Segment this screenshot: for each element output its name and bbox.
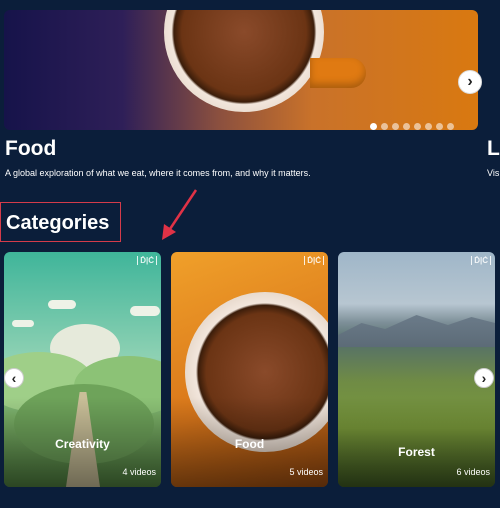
carousel-dot[interactable] bbox=[370, 123, 377, 130]
categories-heading: Categories bbox=[0, 202, 121, 242]
cloud-shape bbox=[12, 320, 34, 327]
category-name: Food bbox=[234, 437, 265, 451]
watermark-logo-icon: Ď|Ć bbox=[137, 256, 157, 265]
hero-description: A global exploration of what we eat, whe… bbox=[5, 168, 311, 178]
watermark-logo-icon: Ď|Ć bbox=[471, 256, 491, 265]
categories-heading-label: Categories bbox=[6, 212, 110, 234]
coffee-cup-image bbox=[164, 10, 324, 112]
chevron-right-icon: › bbox=[467, 73, 473, 90]
category-card-forest[interactable]: Ď|Ć Forest 6 videos bbox=[338, 252, 495, 487]
carousel-dot[interactable] bbox=[392, 123, 399, 130]
watermark-logo-icon: Ď|Ć bbox=[304, 256, 324, 265]
video-count: 6 videos bbox=[456, 467, 490, 477]
carousel-dot[interactable] bbox=[403, 123, 410, 130]
hero-title[interactable]: Food bbox=[5, 137, 56, 161]
cloud-shape bbox=[130, 306, 160, 316]
category-name: Forest bbox=[398, 445, 435, 459]
coffee-cup-handle bbox=[310, 58, 366, 88]
next-hero-description: Vis bbox=[487, 168, 500, 178]
carousel-dots bbox=[370, 123, 454, 130]
hero-banner-image[interactable] bbox=[4, 10, 478, 130]
video-count: 5 videos bbox=[289, 467, 323, 477]
video-count: 4 videos bbox=[122, 467, 156, 477]
mountain-shape bbox=[338, 315, 495, 347]
category-name: Creativity bbox=[55, 437, 110, 451]
cloud-shape bbox=[48, 300, 76, 309]
chevron-left-icon: ‹ bbox=[11, 370, 17, 386]
carousel-dot[interactable] bbox=[381, 123, 388, 130]
hero-next-button[interactable]: › bbox=[458, 70, 482, 94]
carousel-dot[interactable] bbox=[425, 123, 432, 130]
next-hero-title[interactable]: Lo bbox=[487, 137, 500, 161]
category-card-creativity[interactable]: Ď|Ć Creativity 4 videos bbox=[4, 252, 161, 487]
carousel-dot[interactable] bbox=[447, 123, 454, 130]
chevron-right-icon: › bbox=[481, 370, 487, 386]
carousel-dot[interactable] bbox=[436, 123, 443, 130]
carousel-prev-button[interactable]: ‹ bbox=[4, 368, 24, 388]
carousel-dot[interactable] bbox=[414, 123, 421, 130]
carousel-next-button[interactable]: › bbox=[474, 368, 494, 388]
annotation-arrow-icon bbox=[162, 189, 198, 240]
category-card-food[interactable]: Ď|Ć Food 5 videos bbox=[171, 252, 328, 487]
